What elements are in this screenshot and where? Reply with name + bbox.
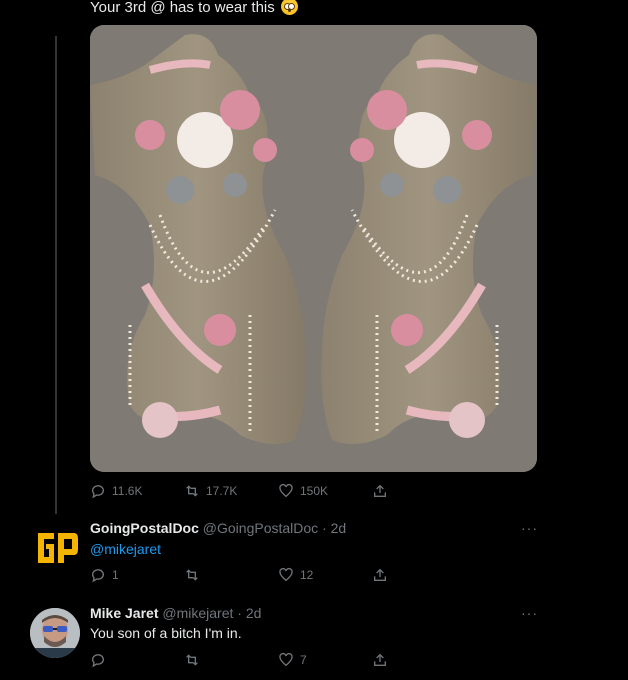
display-name[interactable]: GoingPostalDoc [90,520,199,536]
retweet-icon [186,485,198,497]
share-icon [374,568,386,581]
avatar-goingpostaldoc[interactable] [34,525,80,571]
tweet-text: Your 3rd @ has to wear this [90,0,298,16]
flushed-face-emoji-icon [280,0,298,15]
like-count: 150K [300,484,329,498]
user-handle[interactable]: @GoingPostalDoc [203,520,318,536]
more-options-button[interactable]: ··· [521,605,538,621]
reply-count: 1 [112,568,119,582]
timestamp[interactable]: · 2d [237,605,261,621]
reply-button[interactable] [90,652,112,668]
like-button[interactable]: 7 [278,652,307,668]
mannequin-lingerie-image [90,25,537,472]
retweet-button[interactable] [184,567,206,583]
reply-header: Mike Jaret @mikejaret · 2d [90,605,261,621]
reply-button[interactable]: 1 [90,567,119,583]
share-button[interactable] [372,652,388,668]
like-count: 7 [300,653,307,667]
gp-logo-icon [34,527,80,569]
tweet-media-image[interactable] [90,25,537,472]
reply-text[interactable]: @mikejaret [90,541,161,557]
share-button[interactable] [372,483,388,499]
reply-button[interactable]: 11.6K [90,483,142,499]
like-button[interactable]: 150K [278,483,328,499]
share-icon [374,653,386,666]
heart-icon [279,567,293,582]
timestamp[interactable]: · 2d [322,520,346,536]
more-options-button[interactable]: ··· [521,520,538,536]
reply-count: 11.6K [112,484,143,498]
retweet-button[interactable] [184,652,206,668]
heart-icon [279,483,293,498]
retweet-button[interactable]: 17.7K [184,483,237,499]
retweet-icon [186,654,198,666]
retweet-icon [186,569,198,581]
reply-text: You son of a bitch I'm in. [90,625,242,641]
like-button[interactable]: 12 [278,567,313,583]
reply-icon [92,485,104,499]
display-name[interactable]: Mike Jaret [90,605,158,621]
share-button[interactable] [372,567,388,583]
thread-connector-line [55,36,57,514]
tweet-text-content: Your 3rd @ has to wear this [90,0,275,16]
user-photo-icon [30,608,80,658]
reply-icon [92,569,104,583]
reply-header: GoingPostalDoc @GoingPostalDoc · 2d [90,520,346,536]
avatar-mikejaret[interactable] [30,608,80,658]
user-handle[interactable]: @mikejaret [162,605,233,621]
share-icon [374,484,386,497]
heart-icon [279,652,293,667]
reply-icon [92,654,104,668]
like-count: 12 [300,568,314,582]
retweet-count: 17.7K [206,484,238,498]
